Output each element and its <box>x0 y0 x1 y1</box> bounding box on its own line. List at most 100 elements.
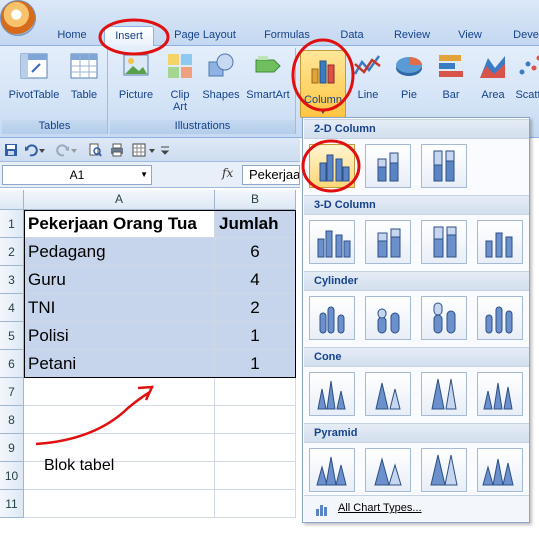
clustered-column-icon <box>319 154 350 182</box>
percent-stacked-cylinder-option[interactable] <box>421 296 467 340</box>
3d-cone-option[interactable] <box>477 372 523 416</box>
select-all-corner[interactable] <box>0 190 24 210</box>
row-header-5[interactable]: 5 <box>0 322 24 350</box>
line-chart-button[interactable]: Line <box>350 50 386 101</box>
quick-print-icon[interactable] <box>110 143 124 157</box>
stacked-cylinder-option[interactable] <box>365 296 411 340</box>
pivottable-icon <box>20 53 48 79</box>
undo-icon[interactable] <box>24 143 38 157</box>
cell-a11[interactable] <box>24 490 215 518</box>
percent-stacked-pyramid-option[interactable] <box>421 448 467 492</box>
insert-function-icon[interactable]: fx <box>222 166 233 180</box>
clip-art-label-2: Art <box>172 101 188 113</box>
formula-input[interactable]: Pekerjaa <box>242 165 300 185</box>
row-header-9[interactable]: 9 <box>0 434 24 462</box>
cell-b3[interactable]: 4 <box>215 266 296 294</box>
office-button[interactable] <box>0 0 36 36</box>
clustered-cylinder-option[interactable] <box>309 296 355 340</box>
clustered-pyramid-icon <box>316 456 347 486</box>
bar-chart-button[interactable]: Bar <box>432 50 470 101</box>
cell-b6[interactable]: 1 <box>215 350 296 378</box>
tab-data[interactable]: Data <box>330 26 374 46</box>
clustered-column-option[interactable] <box>309 144 355 188</box>
borders-icon[interactable] <box>132 143 146 157</box>
scatter-chart-button[interactable]: Scatt <box>514 50 539 101</box>
percent-stacked-column-icon <box>433 150 455 182</box>
name-box[interactable]: A1 ▼ <box>2 165 152 185</box>
table-button[interactable]: Table <box>64 50 104 101</box>
tab-view[interactable]: View <box>448 26 492 46</box>
row-header-1[interactable]: 1 <box>0 210 24 238</box>
customize-toolbar-icon[interactable] <box>160 143 170 157</box>
scatter-chart-label: Scatt <box>515 89 539 101</box>
tab-developer[interactable]: Deve <box>506 26 539 46</box>
3d-clustered-column-option[interactable] <box>309 220 355 264</box>
row-header-7[interactable]: 7 <box>0 378 24 406</box>
pie-chart-button[interactable]: Pie <box>390 50 428 101</box>
3d-cylinder-option[interactable] <box>477 296 523 340</box>
cell-a8[interactable] <box>24 406 215 434</box>
stacked-pyramid-option[interactable] <box>365 448 411 492</box>
3d-percent-stacked-column-option[interactable] <box>421 220 467 264</box>
cell-a4[interactable]: TNI <box>24 294 215 322</box>
cell-b11[interactable] <box>215 490 296 518</box>
cell-b8[interactable] <box>215 406 296 434</box>
tab-insert[interactable]: Insert <box>104 26 154 46</box>
tab-formulas[interactable]: Formulas <box>256 26 318 46</box>
shapes-button[interactable]: Shapes <box>200 50 242 101</box>
3d-stacked-column-icon <box>377 228 401 258</box>
pivottable-button[interactable]: PivotTable <box>6 50 62 101</box>
cell-a7[interactable] <box>24 378 215 406</box>
cell-a3[interactable]: Guru <box>24 266 215 294</box>
row-header-2[interactable]: 2 <box>0 238 24 266</box>
smartart-icon <box>255 56 281 73</box>
clustered-pyramid-option[interactable] <box>309 448 355 492</box>
row-header-11[interactable]: 11 <box>0 490 24 518</box>
row-header-6[interactable]: 6 <box>0 350 24 378</box>
percent-stacked-column-option[interactable] <box>421 144 467 188</box>
stacked-cone-option[interactable] <box>365 372 411 416</box>
borders-dropdown-icon[interactable] <box>148 143 156 157</box>
redo-dropdown-icon[interactable] <box>70 143 78 157</box>
picture-button[interactable]: Picture <box>114 50 158 101</box>
save-icon[interactable] <box>4 143 18 157</box>
3d-pyramid-option[interactable] <box>477 448 523 492</box>
cell-b1[interactable]: Jumlah <box>215 210 296 238</box>
clustered-cone-icon <box>317 380 346 410</box>
print-preview-icon[interactable] <box>88 143 102 157</box>
3d-column-option[interactable] <box>477 220 523 264</box>
clip-art-button[interactable]: Clip Art <box>162 50 198 113</box>
stacked-column-option[interactable] <box>365 144 411 188</box>
cell-a5[interactable]: Polisi <box>24 322 215 350</box>
column-header-b[interactable]: B <box>215 190 296 210</box>
column-chart-button[interactable]: Column ▼ <box>300 50 346 118</box>
row-header-10[interactable]: 10 <box>0 462 24 490</box>
redo-icon[interactable] <box>56 143 70 157</box>
cell-b7[interactable] <box>215 378 296 406</box>
clustered-cone-option[interactable] <box>309 372 355 416</box>
tab-home[interactable]: Home <box>50 26 94 46</box>
name-box-dropdown-icon[interactable]: ▼ <box>140 166 148 184</box>
undo-dropdown-icon[interactable] <box>38 143 46 157</box>
row-header-3[interactable]: 3 <box>0 266 24 294</box>
tab-page-layout[interactable]: Page Layout <box>166 26 244 46</box>
percent-stacked-cone-option[interactable] <box>421 372 467 416</box>
cell-a1[interactable]: Pekerjaan Orang Tua <box>24 210 215 238</box>
row-header-8[interactable]: 8 <box>0 406 24 434</box>
tab-review[interactable]: Review <box>385 26 439 46</box>
area-chart-icon <box>480 56 505 78</box>
cell-b2[interactable]: 6 <box>215 238 296 266</box>
cell-b4[interactable]: 2 <box>215 294 296 322</box>
cell-b9[interactable] <box>215 434 296 462</box>
3d-stacked-column-option[interactable] <box>365 220 411 264</box>
cell-a2[interactable]: Pedagang <box>24 238 215 266</box>
area-chart-button[interactable]: Area <box>474 50 512 101</box>
all-chart-types-link[interactable]: All Chart Types... <box>304 495 529 521</box>
3d-column-icon <box>485 232 513 258</box>
cell-a6[interactable]: Petani <box>24 350 215 378</box>
cell-b10[interactable] <box>215 462 296 490</box>
column-header-a[interactable]: A <box>24 190 215 210</box>
smartart-button[interactable]: SmartArt <box>244 50 292 101</box>
row-header-4[interactable]: 4 <box>0 294 24 322</box>
cell-b5[interactable]: 1 <box>215 322 296 350</box>
